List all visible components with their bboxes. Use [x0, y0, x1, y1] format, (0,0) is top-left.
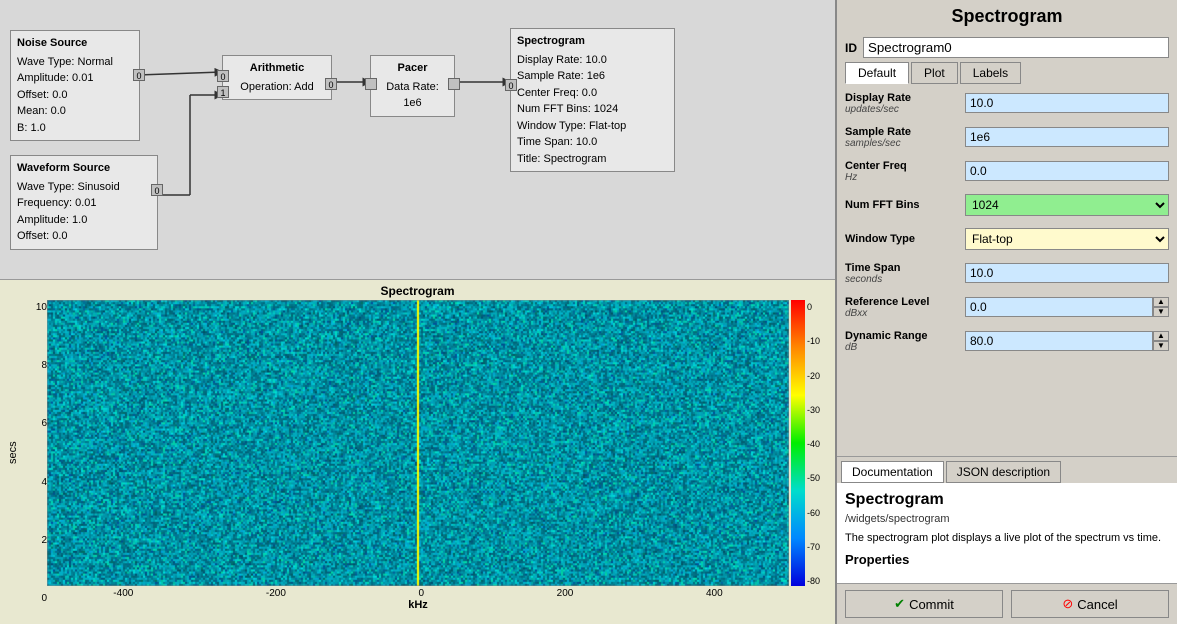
prop-time-span-label: Time Span	[845, 262, 965, 274]
prop-display-rate-sub: updates/sec	[845, 104, 965, 115]
prop-center-freq-sub: Hz	[845, 172, 965, 183]
prop-dyn-range-label: Dynamic Range	[845, 330, 965, 342]
prop-display-rate: Display Rate updates/sec	[845, 88, 1169, 118]
pacer-title: Pacer	[377, 60, 448, 77]
spec-time-span: Time Span: 10.0	[517, 134, 668, 151]
id-input[interactable]	[863, 37, 1169, 58]
x-axis-label: kHz	[47, 599, 789, 611]
pacer-out	[448, 78, 460, 90]
prop-sample-rate-input[interactable]	[965, 127, 1169, 147]
commit-button[interactable]: ✔ Commit	[845, 590, 1003, 618]
tab-labels[interactable]: Labels	[960, 62, 1021, 84]
spectrogram-plot	[47, 300, 789, 586]
arithmetic-title: Arithmetic	[229, 60, 325, 77]
doc-path: /widgets/spectrogram	[845, 513, 1169, 525]
prop-window-type-label: Window Type	[845, 233, 965, 245]
prop-num-fft-label: Num FFT Bins	[845, 199, 965, 211]
spectrogram-flow-node: Spectrogram Display Rate: 10.0 Sample Ra…	[510, 28, 675, 172]
colorbar-labels: 0 -10 -20 -30 -40 -50 -60 -70 -80	[807, 300, 831, 586]
id-label: ID	[845, 41, 857, 55]
cancel-label: Cancel	[1077, 597, 1117, 612]
prop-dyn-range-input[interactable]	[965, 331, 1153, 351]
ref-level-down[interactable]: ▼	[1153, 307, 1169, 317]
prop-ref-level-input[interactable]	[965, 297, 1153, 317]
colorbar-gradient	[791, 300, 805, 586]
arith-in0: 0	[217, 70, 229, 82]
prop-time-span-sub: seconds	[845, 274, 965, 285]
panel-title: Spectrogram	[843, 6, 1171, 27]
pacer-data-rate: Data Rate: 1e6	[377, 79, 448, 112]
pacer-in	[365, 78, 377, 90]
noise-source-node: Noise Source Wave Type: Normal Amplitude…	[10, 30, 140, 141]
doc-tab-documentation[interactable]: Documentation	[841, 461, 944, 483]
plot-title: Spectrogram	[4, 284, 831, 298]
spec-num-fft: Num FFT Bins: 1024	[517, 101, 668, 118]
prop-time-span: Time Span seconds	[845, 258, 1169, 288]
prop-sample-rate-sub: samples/sec	[845, 138, 965, 149]
noise-source-title: Noise Source	[17, 35, 133, 52]
commit-check-icon: ✔	[894, 596, 905, 612]
prop-window-type: Window Type Flat-top Hamming Hann Blackm…	[845, 224, 1169, 254]
waveform-source-node: Waveform Source Wave Type: Sinusoid Freq…	[10, 155, 158, 250]
dyn-range-down[interactable]: ▼	[1153, 341, 1169, 351]
spec-window-type: Window Type: Flat-top	[517, 118, 668, 135]
prop-dyn-range-sub: dB	[845, 342, 965, 353]
prop-dyn-range: Dynamic Range dB ▲ ▼	[845, 326, 1169, 356]
arithmetic-node: Arithmetic Operation: Add 0 1 0	[222, 55, 332, 100]
cancel-circle-icon: ⊘	[1062, 596, 1073, 612]
prop-time-span-input[interactable]	[965, 263, 1169, 283]
noise-wave-type: Wave Type: Normal	[17, 54, 133, 71]
spec-display-rate: Display Rate: 10.0	[517, 52, 668, 69]
prop-center-freq-input[interactable]	[965, 161, 1169, 181]
doc-text: The spectrogram plot displays a live plo…	[845, 531, 1169, 546]
prop-sample-rate-label: Sample Rate	[845, 126, 965, 138]
prop-window-type-select[interactable]: Flat-top Hamming Hann Blackman Rectangul…	[965, 228, 1169, 250]
waveform-wave-type: Wave Type: Sinusoid	[17, 179, 151, 196]
prop-display-rate-label: Display Rate	[845, 92, 965, 104]
pacer-node: Pacer Data Rate: 1e6	[370, 55, 455, 117]
spec-title-prop: Title: Spectrogram	[517, 151, 668, 168]
prop-ref-level: Reference Level dBxx ▲ ▼	[845, 292, 1169, 322]
spec-center-freq: Center Freq: 0.0	[517, 85, 668, 102]
x-axis: -400 -200 0 200 400	[47, 586, 789, 599]
noise-amplitude: Amplitude: 0.01	[17, 70, 133, 87]
prop-num-fft-select[interactable]: 1024 512 2048	[965, 194, 1169, 216]
waveform-out-port: 0	[151, 184, 163, 196]
waveform-source-title: Waveform Source	[17, 160, 151, 177]
spec-sample-rate: Sample Rate: 1e6	[517, 68, 668, 85]
noise-out-port: 0	[133, 69, 145, 81]
cancel-button[interactable]: ⊘ Cancel	[1011, 590, 1169, 618]
doc-tab-json[interactable]: JSON description	[946, 461, 1061, 483]
prop-center-freq-label: Center Freq	[845, 160, 965, 172]
prop-ref-level-sub: dBxx	[845, 308, 965, 319]
doc-properties-heading: Properties	[845, 552, 1169, 567]
spectrogram-flow-title: Spectrogram	[517, 33, 668, 50]
arith-out: 0	[325, 78, 337, 90]
y-axis: 10 8 6 4 2 0	[22, 300, 47, 606]
prop-display-rate-input[interactable]	[965, 93, 1169, 113]
tab-plot[interactable]: Plot	[911, 62, 958, 84]
noise-mean: Mean: 0.0	[17, 103, 133, 120]
prop-num-fft: Num FFT Bins 1024 512 2048	[845, 190, 1169, 220]
spec-in: 0	[505, 79, 517, 91]
tab-default[interactable]: Default	[845, 62, 909, 84]
ref-level-up[interactable]: ▲	[1153, 297, 1169, 307]
noise-b: B: 1.0	[17, 120, 133, 137]
waveform-frequency: Frequency: 0.01	[17, 195, 151, 212]
doc-title: Spectrogram	[845, 491, 1169, 509]
arithmetic-operation: Operation: Add	[229, 79, 325, 96]
waveform-offset: Offset: 0.0	[17, 228, 151, 245]
prop-ref-level-label: Reference Level	[845, 296, 965, 308]
y-axis-label: secs	[4, 300, 22, 606]
noise-offset: Offset: 0.0	[17, 87, 133, 104]
waveform-amplitude: Amplitude: 1.0	[17, 212, 151, 229]
arith-in1: 1	[217, 86, 229, 98]
prop-center-freq: Center Freq Hz	[845, 156, 1169, 186]
dyn-range-up[interactable]: ▲	[1153, 331, 1169, 341]
commit-label: Commit	[909, 597, 954, 612]
prop-sample-rate: Sample Rate samples/sec	[845, 122, 1169, 152]
